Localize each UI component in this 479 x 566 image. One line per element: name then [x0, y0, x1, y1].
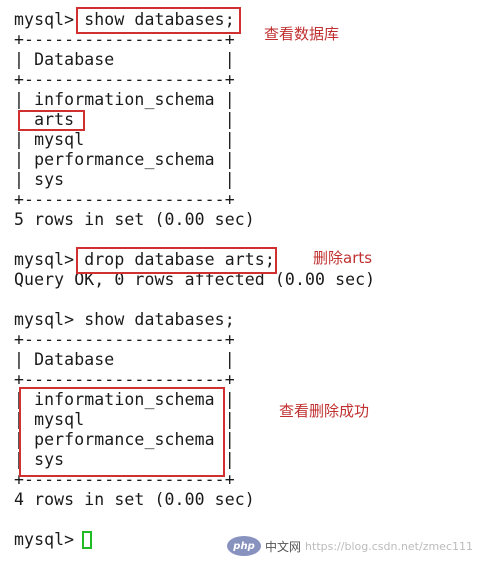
- terminal-window[interactable]: mysql> show databases; +----------------…: [0, 0, 479, 566]
- terminal-line-row: | sys |: [14, 170, 235, 189]
- terminal-line-row: | performance_schema |: [14, 150, 235, 169]
- terminal-line-prompt-show-2: mysql> show databases;: [14, 310, 235, 329]
- terminal-line-border: +--------------------+: [14, 330, 235, 349]
- terminal-line-border: +--------------------+: [14, 70, 235, 89]
- highlight-drop-database: [76, 247, 277, 274]
- highlight-arts-row: [18, 110, 85, 131]
- terminal-cursor[interactable]: [82, 531, 92, 549]
- terminal-line-border: +--------------------+: [14, 190, 235, 209]
- watermark-url: https://blog.csdn.net/zmec111: [305, 539, 473, 553]
- terminal-line-prompt-current: mysql>: [14, 530, 85, 549]
- highlight-remaining-databases: [19, 387, 225, 477]
- annotation-view-databases: 查看数据库: [264, 25, 340, 43]
- watermark-site-name: 中文网: [265, 539, 302, 554]
- highlight-show-databases: [76, 7, 241, 34]
- terminal-line-row: | information_schema |: [14, 90, 235, 109]
- annotation-view-delete-success: 查看删除成功: [279, 402, 370, 420]
- watermark: php 中文网 https://blog.csdn.net/zmec111: [227, 536, 473, 556]
- annotation-delete-arts: 删除arts: [313, 249, 373, 267]
- terminal-line-header: | Database |: [14, 50, 235, 69]
- terminal-line-row: | mysql |: [14, 130, 235, 149]
- terminal-line-rowcount: 4 rows in set (0.00 sec): [14, 490, 255, 509]
- terminal-line-rowcount: 5 rows in set (0.00 sec): [14, 210, 255, 229]
- php-logo-icon: php: [227, 536, 262, 556]
- terminal-line-header: | Database |: [14, 350, 235, 369]
